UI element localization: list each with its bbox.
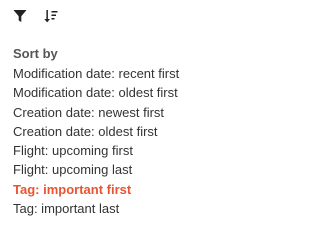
filter-button[interactable]: [11, 7, 29, 25]
sort-options-list: Modification date: recent first Modifica…: [13, 64, 237, 218]
sort-option-tag-important-last[interactable]: Tag: important last: [13, 199, 237, 218]
sort-option-modification-oldest-first[interactable]: Modification date: oldest first: [13, 83, 237, 102]
sort-option-modification-recent-first[interactable]: Modification date: recent first: [13, 64, 237, 83]
sort-panel-title: Sort by: [13, 46, 58, 61]
sort-icon: [44, 10, 58, 23]
sort-option-creation-newest-first[interactable]: Creation date: newest first: [13, 103, 237, 122]
toolbar: [11, 6, 60, 26]
sort-panel: Sort by Modification date: recent first …: [13, 45, 237, 218]
sort-option-tag-important-first[interactable]: Tag: important first: [13, 180, 237, 199]
sort-button[interactable]: [42, 7, 60, 25]
sort-option-creation-oldest-first[interactable]: Creation date: oldest first: [13, 122, 237, 141]
sort-option-flight-upcoming-last[interactable]: Flight: upcoming last: [13, 160, 237, 179]
filter-icon: [13, 10, 27, 22]
sort-option-flight-upcoming-first[interactable]: Flight: upcoming first: [13, 141, 237, 160]
